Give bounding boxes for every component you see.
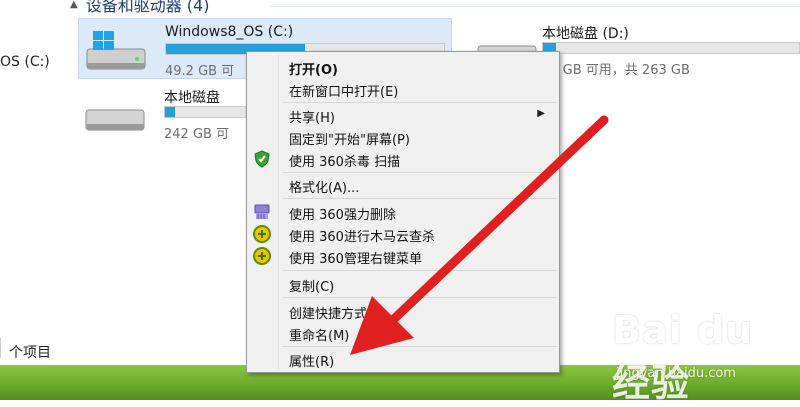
arrow-shaft [390, 115, 609, 323]
watermark-url: jingyan.baidu.com [616, 366, 736, 381]
watermark-logo: Bai du 经验 [612, 308, 754, 405]
baidu-jingyan-watermark: Bai du 经验 jingyan.baidu.com [612, 308, 792, 405]
